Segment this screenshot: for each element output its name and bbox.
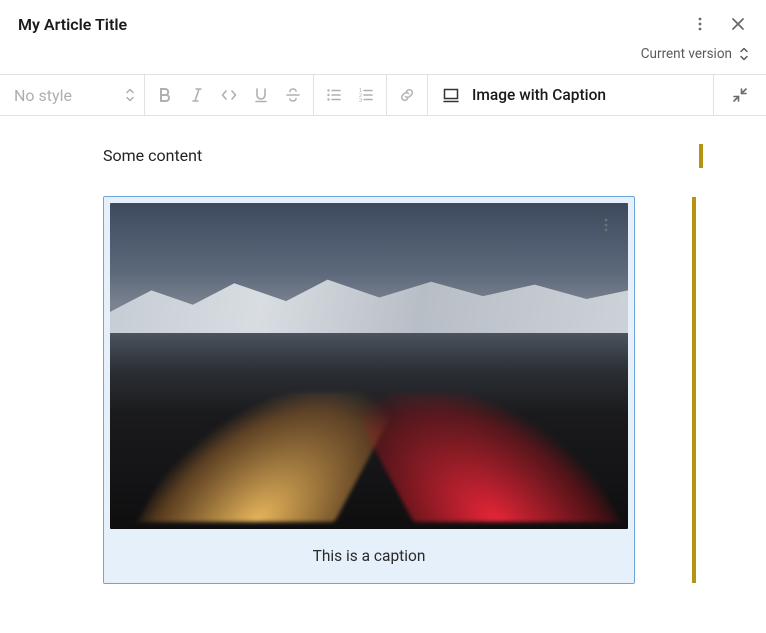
strikethrough-button[interactable] [277,79,309,111]
list-group: 123 [314,75,387,115]
toolbar: No style 123 Image w [0,74,766,116]
text-style-select[interactable]: No style [0,75,144,115]
bullet-list-button[interactable] [318,79,350,111]
style-group: No style [0,75,145,115]
link-icon [398,86,416,104]
collapse-section [714,75,766,115]
header-actions [684,8,754,40]
code-button[interactable] [213,79,245,111]
more-vertical-icon [598,217,614,233]
link-group [387,75,428,115]
numbered-list-button[interactable]: 123 [350,79,382,111]
block-type-label: Image with Caption [472,86,606,104]
article-title: My Article Title [18,15,127,34]
chevron-sort-icon [738,46,750,62]
block-type-indicator[interactable]: Image with Caption [428,75,714,115]
more-vertical-icon [692,16,708,32]
underline-button[interactable] [245,79,277,111]
version-label: Current version [641,46,732,62]
version-select[interactable]: Current version [639,44,752,64]
numbered-list-icon: 123 [357,86,375,104]
diff-indicator [699,144,703,168]
collapse-icon [732,87,748,103]
collapse-button[interactable] [724,79,756,111]
text-block[interactable]: Some content [103,144,698,168]
close-icon [730,16,746,32]
bullet-list-icon [325,86,343,104]
more-options-button[interactable] [684,8,716,40]
image-block-icon [442,86,460,104]
underline-icon [252,86,270,104]
italic-button[interactable] [181,79,213,111]
svg-text:3: 3 [359,98,362,104]
image-options-button[interactable] [590,209,622,241]
strikethrough-icon [284,86,302,104]
chevron-sort-icon [124,87,136,103]
image-caption[interactable]: This is a caption [110,529,628,577]
image-block-wrapper: This is a caption [103,196,698,584]
style-label: No style [14,86,72,105]
text-content: Some content [103,144,686,168]
image-scenery [110,262,628,334]
close-button[interactable] [722,8,754,40]
format-group [145,75,314,115]
content-area: Some content This is a caption [0,116,766,604]
link-button[interactable] [391,79,423,111]
version-row: Current version [0,40,766,74]
diff-indicator [692,197,696,583]
code-icon [220,86,238,104]
italic-icon [188,86,206,104]
bold-icon [156,86,174,104]
editor-header: My Article Title [0,0,766,40]
bold-button[interactable] [149,79,181,111]
image-with-caption-block[interactable]: This is a caption [103,196,635,584]
image-content[interactable] [110,203,628,529]
